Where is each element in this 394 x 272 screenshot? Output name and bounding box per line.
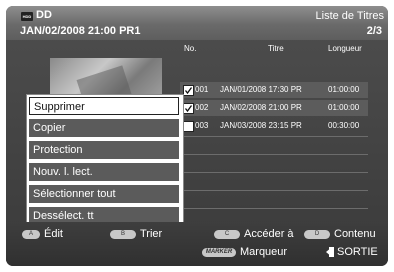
hdd-icon: HDD <box>21 12 33 21</box>
menu-item-select-all[interactable]: Sélectionner tout <box>29 185 179 203</box>
checkbox-checked[interactable] <box>183 85 194 96</box>
dvd-recorder-screen: HDD DD Liste de Titres JAN/02/2008 21:00… <box>6 6 388 266</box>
header-bar: HDD DD Liste de Titres JAN/02/2008 21:00… <box>6 6 388 40</box>
table-row[interactable]: 002 JAN/02/2008 21:00 PR 01:00:00 <box>180 100 368 116</box>
footer-bar: A Édit B Trier C Accéder à D Contenu MARKER M… <box>6 222 388 266</box>
a-key-icon: A <box>22 229 40 239</box>
checkbox-unchecked[interactable] <box>183 121 194 132</box>
sort-button[interactable]: B Trier <box>110 228 162 240</box>
contents-label: Contenu <box>334 228 376 240</box>
row-title: JAN/03/2008 23:15 PR <box>220 121 302 130</box>
menu-item-copy[interactable]: Copier <box>29 119 179 137</box>
goto-button[interactable]: C Accéder à <box>214 228 294 240</box>
edit-button[interactable]: A Édit <box>22 228 63 240</box>
page-indicator: 2/3 <box>366 25 382 37</box>
column-header-no: No. <box>184 44 197 53</box>
row-length: 01:00:00 <box>328 103 360 112</box>
menu-item-new-playlist[interactable]: Nouv. l. lect. <box>29 163 179 181</box>
row-divider <box>180 190 368 191</box>
exit-label: SORTIE <box>337 246 378 258</box>
row-length: 00:30:00 <box>328 121 360 130</box>
marker-label: Marqueur <box>240 246 288 258</box>
row-number: 002 <box>195 103 209 112</box>
row-divider <box>180 136 368 137</box>
d-key-icon: D <box>304 229 330 239</box>
table-row[interactable]: 003 JAN/03/2008 23:15 PR 00:30:00 <box>180 118 368 134</box>
edit-popup-menu: Supprimer Copier Protection Nouv. l. lec… <box>26 94 184 238</box>
sort-label: Trier <box>140 228 163 240</box>
row-length: 01:00:00 <box>328 85 360 94</box>
marker-button[interactable]: MARKER Marqueur <box>202 246 287 258</box>
column-header-length: Longueur <box>328 44 362 53</box>
row-title: JAN/02/2008 21:00 PR <box>220 103 302 112</box>
edit-label: Édit <box>44 228 63 240</box>
list-title: Liste de Titres <box>315 10 384 22</box>
current-title-info: JAN/02/2008 21:00 PR1 <box>20 25 141 37</box>
device-title: DD <box>36 9 52 21</box>
exit-button[interactable]: SORTIE <box>326 246 378 258</box>
row-divider <box>180 208 368 209</box>
goto-label: Accéder à <box>244 228 294 240</box>
c-key-icon: C <box>214 229 240 239</box>
column-header-title: Titre <box>268 44 284 53</box>
row-divider <box>180 154 368 155</box>
check-icon <box>184 105 193 113</box>
contents-button[interactable]: D Contenu <box>304 228 376 240</box>
row-number: 001 <box>195 85 209 94</box>
checkbox-checked[interactable] <box>183 103 194 114</box>
exit-icon <box>326 247 334 258</box>
row-title: JAN/01/2008 17:30 PR <box>220 85 302 94</box>
marker-key-icon: MARKER <box>202 247 236 257</box>
row-number: 003 <box>195 121 209 130</box>
menu-item-delete[interactable]: Supprimer <box>29 97 179 115</box>
check-icon <box>184 87 193 95</box>
table-row[interactable]: 001 JAN/01/2008 17:30 PR 01:00:00 <box>180 82 368 98</box>
menu-item-protection[interactable]: Protection <box>29 141 179 159</box>
b-key-icon: B <box>110 229 136 239</box>
row-divider <box>180 172 368 173</box>
